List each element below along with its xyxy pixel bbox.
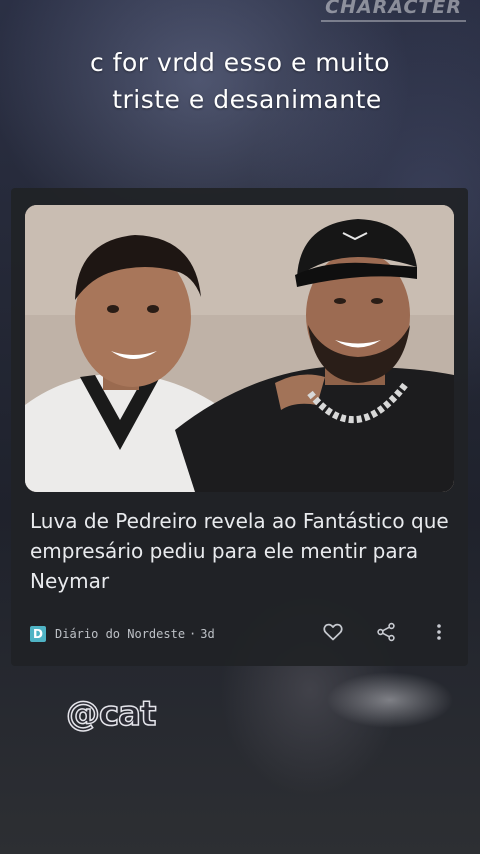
caption-line-1: c for vrdd esso e muito xyxy=(89,48,391,77)
video-frame: CHARACTER c for vrdd esso e muito triste… xyxy=(0,0,480,854)
article-age: 3d xyxy=(200,627,215,641)
heart-icon xyxy=(323,623,343,646)
share-button[interactable] xyxy=(374,622,398,646)
caption-line-2: triste e desanimante xyxy=(112,85,382,114)
source-logo: D xyxy=(30,626,46,642)
news-photo[interactable] xyxy=(25,205,454,492)
meta-separator: · xyxy=(189,627,197,641)
photo-illustration xyxy=(25,205,454,492)
more-vertical-icon xyxy=(436,623,442,646)
background-light xyxy=(280,660,480,780)
more-options-button[interactable] xyxy=(427,622,451,646)
like-button[interactable] xyxy=(321,622,345,646)
brand-watermark: CHARACTER xyxy=(321,0,466,22)
news-source-row: D Diário do Nordeste · 3d xyxy=(30,624,215,644)
news-headline[interactable]: Luva de Pedreiro revela ao Fantástico qu… xyxy=(30,506,455,596)
share-icon xyxy=(376,622,396,647)
card-actions xyxy=(321,622,451,646)
news-card[interactable]: Luva de Pedreiro revela ao Fantástico qu… xyxy=(11,188,468,666)
video-caption: c for vrdd esso e muito triste e desanim… xyxy=(0,44,480,118)
source-name: Diário do Nordeste xyxy=(55,627,186,641)
handle-watermark: @cat xyxy=(65,693,157,735)
